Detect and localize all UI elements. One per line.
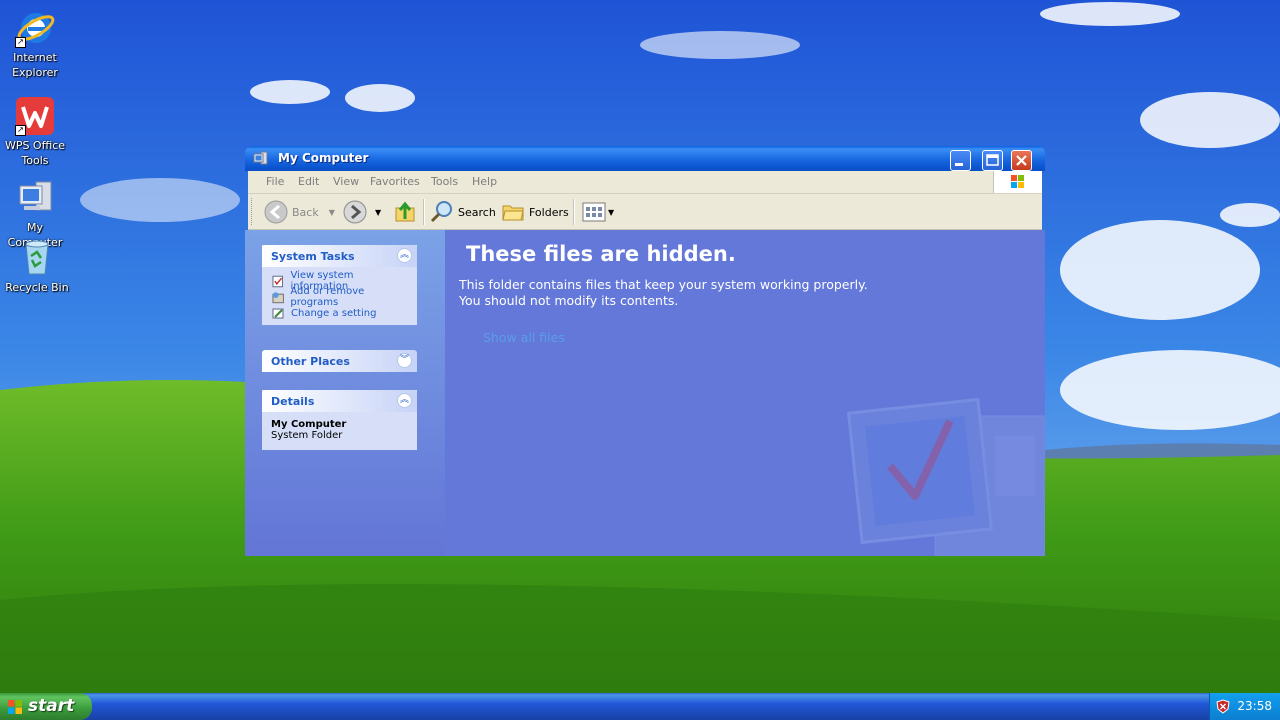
details-panel: Details ︽ My Computer System Folder	[262, 390, 417, 450]
task-link-label: Add or remove programs	[290, 286, 365, 308]
details-type: System Folder	[271, 430, 343, 441]
internet-explorer-icon: ↗	[15, 8, 55, 48]
toolbar: Back ▼ ▼ Search Folders ▼	[248, 194, 1042, 230]
hidden-files-watermark-icon	[846, 397, 1045, 556]
search-icon	[430, 201, 452, 223]
system-info-icon	[272, 275, 284, 287]
windows-logo-icon	[993, 171, 1042, 193]
up-folder-icon	[395, 201, 415, 222]
back-arrow-icon	[264, 200, 288, 224]
clock[interactable]: 23:58	[1237, 699, 1272, 713]
search-button[interactable]: Search	[430, 200, 496, 224]
recycle-bin-icon	[17, 238, 57, 278]
title-bar[interactable]: My Computer	[245, 146, 1045, 171]
up-folder-button[interactable]	[394, 200, 416, 224]
details-name: My Computer	[271, 419, 347, 430]
task-pane: System Tasks ︽ View system information A…	[245, 230, 445, 556]
forward-arrow-icon	[343, 200, 367, 224]
folders-label: Folders	[529, 205, 569, 219]
shortcut-arrow-icon: ↗	[15, 37, 26, 48]
views-dropdown-icon[interactable]: ▼	[608, 208, 614, 217]
menu-view[interactable]: View	[333, 175, 359, 188]
windows-flag-icon	[8, 700, 22, 714]
details-header[interactable]: Details ︽	[262, 390, 417, 412]
hidden-files-headline: These files are hidden.	[466, 242, 736, 266]
forward-button[interactable]: ▼	[343, 200, 381, 224]
wps-office-icon: ↗	[15, 96, 55, 136]
back-dropdown-icon[interactable]: ▼	[329, 208, 335, 217]
folders-icon	[502, 205, 524, 221]
system-tasks-heading: System Tasks	[271, 250, 355, 263]
my-computer-icon	[15, 178, 55, 218]
minimize-button[interactable]	[950, 150, 971, 171]
menu-tools[interactable]: Tools	[431, 175, 458, 188]
menu-edit[interactable]: Edit	[298, 175, 319, 188]
desktop-icon-recycle-bin[interactable]: Recycle Bin	[2, 238, 72, 295]
toolbar-grip[interactable]	[251, 198, 255, 225]
system-tray: 23:58	[1209, 693, 1280, 720]
details-heading: Details	[271, 395, 315, 408]
other-places-panel: Other Places ︾	[262, 350, 417, 372]
close-button[interactable]	[1011, 150, 1032, 171]
desktop-icon-label: Tools	[21, 154, 49, 167]
desktop-icon-label: Internet	[13, 51, 57, 64]
forward-dropdown-icon[interactable]: ▼	[375, 208, 381, 217]
system-tasks-panel: System Tasks ︽ View system information A…	[262, 245, 417, 325]
start-button[interactable]: start	[0, 693, 92, 720]
start-label: start	[28, 696, 75, 716]
my-computer-small-icon	[253, 151, 269, 167]
taskbar: start 23:58	[0, 693, 1280, 720]
desktop-icon-label: Recycle Bin	[5, 281, 69, 294]
minimize-icon	[955, 163, 963, 166]
control-panel-icon	[272, 308, 284, 318]
other-places-header[interactable]: Other Places ︾	[262, 350, 417, 372]
search-label: Search	[458, 205, 496, 219]
content-area: These files are hidden. This folder cont…	[445, 230, 1045, 556]
menu-favorites[interactable]: Favorites	[370, 175, 420, 188]
my-computer-window[interactable]: My Computer File Edit View Favorites Too…	[245, 146, 1045, 556]
views-button[interactable]: ▼	[582, 200, 614, 224]
shortcut-arrow-icon: ↗	[15, 125, 26, 136]
views-icon	[582, 202, 606, 222]
add-remove-programs-link[interactable]: Add or remove programs	[272, 286, 409, 308]
maximize-button[interactable]	[982, 150, 1003, 171]
show-all-files-link[interactable]: Show all files	[483, 330, 565, 345]
desktop-icon-label: WPS Office	[4, 139, 66, 152]
menu-help[interactable]: Help	[472, 175, 497, 188]
add-remove-programs-icon	[272, 291, 284, 303]
hidden-files-message: This folder contains files that keep you…	[459, 277, 868, 309]
message-line: This folder contains files that keep you…	[459, 277, 868, 292]
menu-bar: File Edit View Favorites Tools Help	[248, 171, 1042, 194]
toolbar-separator	[423, 199, 425, 225]
back-label: Back	[292, 205, 319, 219]
desktop-icon-label: Explorer	[12, 66, 58, 79]
close-icon	[1016, 155, 1027, 166]
menu-file[interactable]: File	[266, 175, 284, 188]
task-link-label: Change a setting	[291, 307, 377, 319]
toolbar-separator	[573, 199, 575, 225]
maximize-icon	[986, 154, 999, 166]
desktop-icon-wps-office[interactable]: ↗ WPS Office Tools	[0, 96, 70, 168]
folders-button[interactable]: Folders	[501, 200, 569, 224]
collapse-chevron-icon[interactable]: ︽	[397, 393, 412, 408]
desktop-icon-internet-explorer[interactable]: ↗ Internet Explorer	[0, 8, 70, 80]
other-places-heading: Other Places	[271, 355, 350, 368]
expand-chevron-icon[interactable]: ︾	[397, 353, 412, 368]
security-shield-icon[interactable]	[1216, 699, 1230, 714]
window-title: My Computer	[278, 151, 369, 165]
message-line: You should not modify its contents.	[459, 293, 679, 308]
collapse-chevron-icon[interactable]: ︽	[397, 248, 412, 263]
back-button[interactable]: Back ▼	[264, 200, 335, 224]
system-tasks-header[interactable]: System Tasks ︽	[262, 245, 417, 267]
